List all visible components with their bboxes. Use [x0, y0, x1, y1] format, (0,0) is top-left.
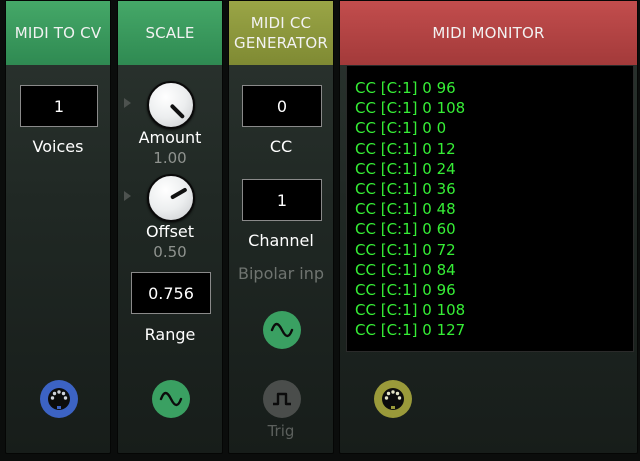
log-line: CC [C:1] 0 0 — [355, 119, 447, 138]
midi-din-icon — [382, 388, 404, 410]
log-line: CC [C:1] 0 60 — [355, 220, 456, 239]
midi-in-port[interactable] — [374, 380, 412, 418]
log-line: CC [C:1] 0 24 — [355, 159, 456, 178]
module-header[interactable]: SCALE — [118, 1, 222, 65]
amount-value: 1.00 — [153, 149, 187, 167]
amount-knob[interactable] — [147, 81, 195, 129]
voices-field[interactable]: 1 — [20, 85, 98, 127]
range-label: Range — [144, 325, 196, 344]
module-midi-cc-generator: MIDI CC GENERATOR 0 CC 1 Channel Bipolar… — [228, 0, 334, 454]
module-header[interactable]: MIDI MONITOR — [340, 1, 637, 65]
channel-field[interactable]: 1 — [242, 179, 322, 221]
bipolar-input-label: Bipolar inp — [237, 264, 325, 283]
channel-value: 1 — [276, 190, 288, 210]
offset-knob[interactable] — [147, 174, 195, 222]
module-header[interactable]: MIDI TO CV — [6, 1, 110, 65]
cv-in-port[interactable] — [263, 311, 301, 349]
module-scale: SCALE Amount 1.00 Offset 0.50 0.756 Rang… — [117, 0, 223, 454]
cc-field[interactable]: 0 — [242, 85, 322, 127]
sine-wave-icon — [270, 322, 294, 338]
midi-in-port[interactable] — [40, 380, 78, 418]
log-line: CC [C:1] 0 36 — [355, 180, 456, 199]
voices-label: Voices — [32, 137, 84, 156]
amount-input-arrow-icon[interactable] — [124, 98, 131, 108]
module-title: MIDI MONITOR — [432, 24, 545, 42]
midi-din-icon — [48, 388, 70, 410]
log-line: CC [C:1] 0 96 — [355, 79, 456, 97]
voices-value: 1 — [53, 96, 65, 116]
log-line: CC [C:1] 0 108 — [355, 301, 466, 320]
offset-value: 0.50 — [153, 243, 187, 261]
midi-monitor-log[interactable]: CC [C:1] 0 96 CC [C:1] 0 108 CC [C:1] 0 … — [346, 65, 634, 352]
cc-label: CC — [269, 137, 293, 156]
log-line: CC [C:1] 0 84 — [355, 260, 456, 279]
module-midi-monitor: MIDI MONITOR CC [C:1] 0 96 CC [C:1] 0 10… — [339, 0, 638, 454]
trig-label: Trig — [267, 422, 295, 440]
knob-indicator — [169, 103, 186, 120]
log-line: CC [C:1] 0 48 — [355, 200, 456, 219]
cv-out-port[interactable] — [152, 380, 190, 418]
offset-input-arrow-icon[interactable] — [124, 191, 131, 201]
offset-label: Offset — [145, 222, 195, 241]
log-line: CC [C:1] 0 96 — [355, 281, 456, 300]
log-line: CC [C:1] 0 72 — [355, 240, 456, 259]
range-field[interactable]: 0.756 — [131, 272, 211, 314]
sine-wave-icon — [159, 391, 183, 407]
module-title: SCALE — [145, 24, 195, 42]
cc-value: 0 — [276, 96, 288, 116]
log-line: CC [C:1] 0 108 — [355, 99, 466, 118]
log-line: CC [C:1] 0 127 — [355, 321, 466, 340]
module-title-line2: GENERATOR — [234, 34, 328, 52]
log-line: CC [C:1] 0 12 — [355, 139, 456, 158]
square-pulse-icon — [273, 392, 291, 406]
module-header[interactable]: MIDI CC GENERATOR — [229, 1, 333, 65]
channel-label: Channel — [248, 231, 314, 250]
trig-port[interactable] — [263, 380, 301, 418]
module-title-line1: MIDI CC — [250, 14, 312, 32]
module-midi-to-cv: MIDI TO CV 1 Voices — [5, 0, 111, 454]
module-title: MIDI TO CV — [14, 24, 102, 42]
range-value: 0.756 — [148, 283, 194, 303]
amount-label: Amount — [138, 128, 202, 147]
knob-indicator — [170, 187, 188, 200]
